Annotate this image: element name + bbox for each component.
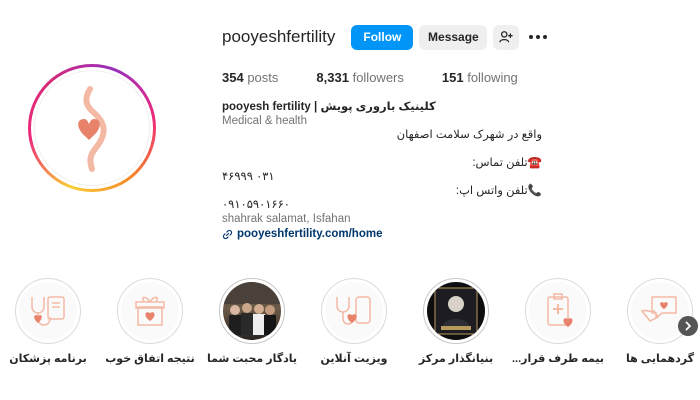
highlight-label: برنامه پزشکان	[9, 353, 87, 365]
follow-button[interactable]: Follow	[351, 24, 414, 50]
highlight-label: بیمه طرف قرار...	[511, 353, 605, 365]
pooyesh-logo-icon	[78, 86, 107, 172]
posts-stat: 354 posts	[222, 70, 279, 85]
highlight-label: بنیانگذار مرکز	[418, 353, 494, 365]
gift-heart-icon	[135, 296, 165, 326]
bio-location: واقع در شهرک سلامت اصفهان	[396, 129, 542, 141]
highlight-doctors-schedule[interactable]: برنامه پزشکان	[0, 278, 98, 365]
more-options-icon[interactable]	[529, 27, 548, 47]
highlight-insurance[interactable]: بیمه طرف قرار...	[508, 278, 608, 365]
following-stat[interactable]: 151 following	[442, 70, 518, 85]
avatar-inner	[31, 67, 153, 189]
followers-stat[interactable]: 8,331 followers	[316, 70, 403, 85]
highlight-label: گردهمایی ها	[625, 353, 695, 365]
highlights-next-button[interactable]	[678, 316, 698, 336]
message-button[interactable]: Message	[419, 24, 488, 50]
bio-address[interactable]: shahrak salamat, Isfahan	[222, 212, 542, 226]
profile-bio: pooyesh fertility | کلینیک باروری پویش M…	[222, 100, 542, 241]
stethoscope-clipboard-icon	[31, 296, 65, 326]
person-add-icon	[499, 31, 513, 43]
bio-phone-label: ☎️تلفن تماس:	[472, 157, 542, 169]
bio-whatsapp-number: ۰۹۱۰۵۹۰۱۶۶۰	[222, 199, 290, 211]
profile-avatar-ring[interactable]	[28, 64, 156, 192]
profile-stats: 354 posts 8,331 followers 151 following	[222, 70, 556, 85]
highlight-good-results[interactable]: نتیجه اتفاق خوب	[100, 278, 200, 365]
group-photo	[223, 282, 281, 335]
avatar	[34, 70, 150, 186]
stethoscope-phone-icon	[336, 296, 371, 325]
profile-header: pooyeshfertility Follow Message	[222, 24, 548, 50]
display-name: pooyesh fertility | کلینیک باروری پویش	[222, 101, 436, 113]
insurance-clipboard-icon	[547, 293, 573, 327]
highlight-your-memories[interactable]: یادگار محبت شما	[202, 278, 302, 365]
chevron-right-icon	[685, 321, 691, 331]
highlight-label: ویزیت آنلاین	[320, 353, 388, 365]
highlight-center-founder[interactable]: بنیانگذار مرکز	[406, 278, 506, 365]
bio-website-link[interactable]: pooyeshfertility.com/home	[222, 227, 542, 241]
category-label: Medical & health	[222, 115, 308, 127]
highlight-online-visit[interactable]: ویزیت آنلاین	[304, 278, 404, 365]
story-highlights: برنامه پزشکان نتیجه اتفاق خوب یادگار محب…	[0, 278, 700, 378]
highlight-label: نتیجه اتفاق خوب	[105, 353, 195, 365]
username: pooyeshfertility	[222, 27, 336, 46]
chat-heart-icon	[640, 296, 677, 322]
highlight-label: یادگار محبت شما	[206, 353, 298, 365]
bio-phone-number: ۴۶۹۹۹ ۰۳۱	[222, 171, 275, 183]
suggest-accounts-button[interactable]	[493, 24, 520, 50]
bio-whatsapp-label: 📞تلفن واتس اپ:	[455, 185, 542, 197]
link-icon	[222, 229, 233, 239]
founder-photo	[434, 287, 478, 335]
